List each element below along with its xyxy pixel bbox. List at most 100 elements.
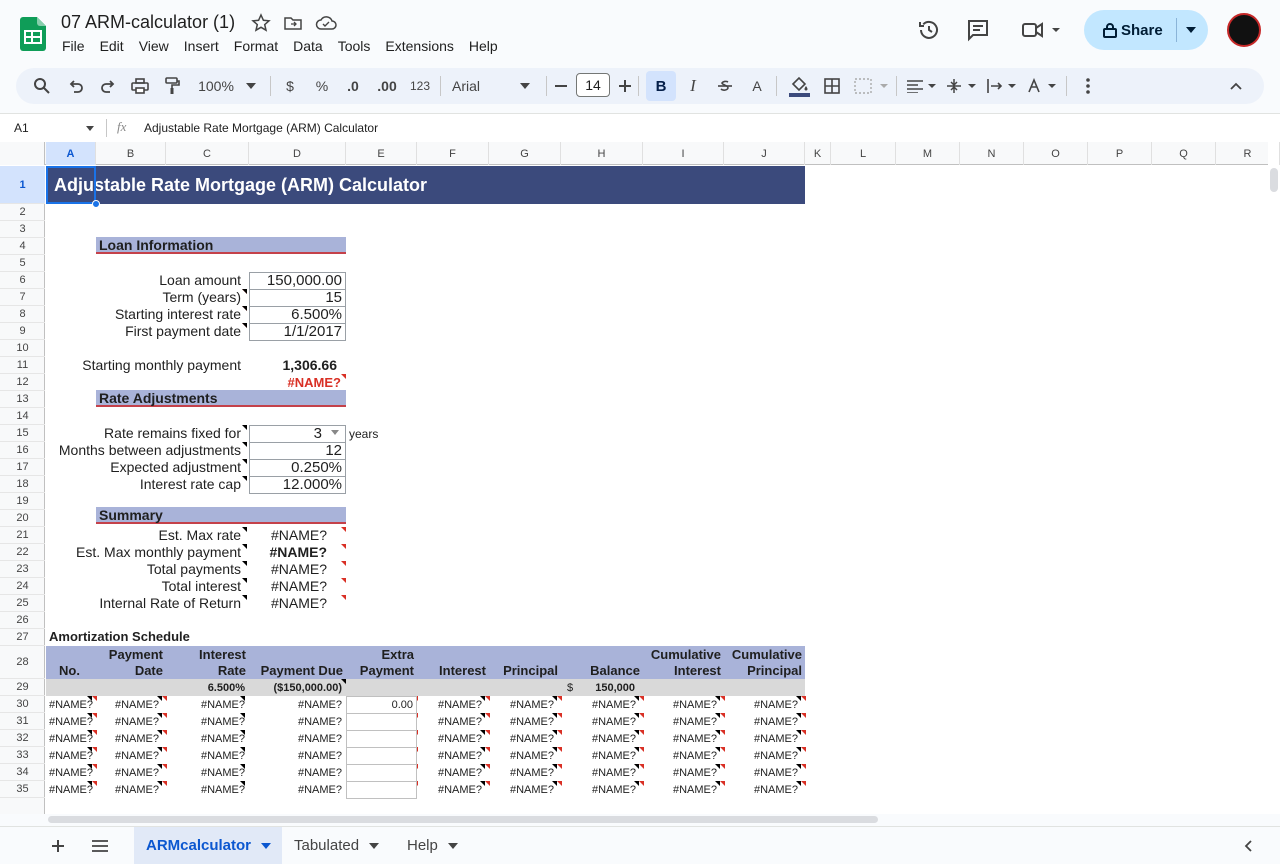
merge-cells-icon[interactable] [852, 68, 892, 104]
row-header-27[interactable]: 27 [0, 629, 45, 646]
paint-format-icon[interactable] [160, 68, 184, 104]
row-header-9[interactable]: 9 [0, 323, 45, 340]
sheets-logo-icon[interactable] [20, 17, 46, 51]
row-header-21[interactable]: 21 [0, 527, 45, 544]
expected-adjustment-input[interactable]: 0.250% [249, 460, 342, 476]
extra-payment-input[interactable] [346, 781, 417, 799]
row-header-3[interactable]: 3 [0, 221, 45, 238]
formula-input[interactable]: Adjustable Rate Mortgage (ARM) Calculato… [144, 121, 378, 135]
text-rotation-icon[interactable] [1024, 68, 1060, 104]
fill-color-icon[interactable] [786, 68, 812, 104]
increase-font-size-icon[interactable] [616, 68, 634, 104]
row-header-16[interactable]: 16 [0, 442, 45, 459]
chevron-down-icon[interactable] [369, 842, 380, 849]
row-header-34[interactable]: 34 [0, 764, 45, 781]
horizontal-scrollbar[interactable] [48, 816, 878, 823]
menu-data[interactable]: Data [293, 38, 323, 54]
row-header-5[interactable]: 5 [0, 255, 45, 272]
vertical-align-icon[interactable] [944, 68, 980, 104]
menu-insert[interactable]: Insert [184, 38, 219, 54]
menu-tools[interactable]: Tools [338, 38, 371, 54]
redo-icon[interactable] [96, 68, 120, 104]
font-size-input[interactable]: 14 [576, 73, 610, 97]
decrease-decimal-button[interactable]: .0 [340, 68, 366, 104]
meet-video-icon[interactable] [1020, 18, 1064, 42]
spreadsheet-grid[interactable]: ABCDEFGHIJKLMNOPQR 1 2 3 4 5 6 7 8 9 10 11 12 13 14 15… [0, 142, 1280, 814]
row-header-6[interactable]: 6 [0, 272, 45, 289]
row-header-15[interactable]: 15 [0, 425, 45, 442]
column-header-n[interactable]: N [960, 142, 1024, 165]
extra-payment-input[interactable] [346, 730, 417, 748]
row-header-24[interactable]: 24 [0, 578, 45, 595]
percent-format-button[interactable]: % [310, 68, 334, 104]
column-header-l[interactable]: L [831, 142, 896, 165]
row-header-22[interactable]: 22 [0, 544, 45, 561]
dropdown-chevron-icon[interactable] [331, 430, 339, 435]
print-icon[interactable] [128, 68, 152, 104]
zoom-select[interactable]: 100% [192, 68, 262, 104]
extra-payment-first[interactable]: 0.00 [346, 697, 413, 713]
search-icon[interactable] [30, 68, 54, 104]
extra-payment-input[interactable] [346, 713, 417, 731]
column-header-f[interactable]: F [417, 142, 489, 165]
row-header-26[interactable]: 26 [0, 612, 45, 629]
column-header-d[interactable]: D [249, 142, 346, 165]
row-header-32[interactable]: 32 [0, 730, 45, 747]
row-header-35[interactable]: 35 [0, 781, 45, 798]
comments-icon[interactable] [966, 18, 990, 42]
row-header-29[interactable]: 29 [0, 679, 45, 696]
row-header-17[interactable]: 17 [0, 459, 45, 476]
column-header-k[interactable]: K [805, 142, 831, 165]
interest-rate-cap-input[interactable]: 12.000% [249, 477, 342, 493]
extra-payment-input[interactable] [346, 747, 417, 765]
rate-fixed-input[interactable]: 3 [249, 426, 322, 442]
row-header-20[interactable]: 20 [0, 510, 45, 527]
extra-payment-input[interactable] [346, 764, 417, 782]
row-header-18[interactable]: 18 [0, 476, 45, 493]
menu-file[interactable]: File [62, 38, 85, 54]
column-header-e[interactable]: E [346, 142, 417, 165]
row-header-1[interactable]: 1 [0, 166, 45, 204]
row-header-13[interactable]: 13 [0, 391, 45, 408]
avatar[interactable] [1227, 13, 1261, 47]
share-dropdown-icon[interactable] [1186, 27, 1196, 33]
strikethrough-icon[interactable] [714, 68, 736, 104]
select-all-corner[interactable] [0, 142, 45, 165]
column-header-o[interactable]: O [1024, 142, 1088, 165]
decrease-font-size-icon[interactable] [552, 68, 570, 104]
menu-format[interactable]: Format [234, 38, 278, 54]
tab-help[interactable]: Help [407, 827, 467, 864]
column-header-a[interactable]: A [46, 142, 96, 165]
row-header-2[interactable]: 2 [0, 204, 45, 221]
tab-tabulated[interactable]: Tabulated [294, 827, 394, 864]
menu-edit[interactable]: Edit [100, 38, 124, 54]
borders-icon[interactable] [820, 68, 844, 104]
currency-format-button[interactable]: $ [278, 68, 302, 104]
column-header-i[interactable]: I [643, 142, 724, 165]
number-format-button[interactable]: 123 [406, 68, 434, 104]
document-title[interactable]: 07 ARM-calculator (1) [61, 12, 235, 33]
vertical-scrollbar[interactable] [1270, 168, 1278, 192]
column-header-b[interactable]: B [96, 142, 166, 165]
undo-icon[interactable] [64, 68, 88, 104]
first-payment-date-input[interactable]: 1/1/2017 [249, 324, 342, 340]
row-header-30[interactable]: 30 [0, 696, 45, 713]
chevron-down-icon[interactable] [447, 842, 458, 849]
column-header-h[interactable]: H [561, 142, 643, 165]
move-folder-icon[interactable] [283, 13, 303, 33]
horizontal-align-icon[interactable] [904, 68, 940, 104]
all-sheets-icon[interactable] [92, 827, 112, 864]
share-button[interactable]: Share [1084, 10, 1208, 50]
starting-rate-input[interactable]: 6.500% [249, 307, 342, 323]
menu-extensions[interactable]: Extensions [385, 38, 453, 54]
chevron-down-icon[interactable] [261, 842, 272, 849]
menu-help[interactable]: Help [469, 38, 498, 54]
row-header-19[interactable]: 19 [0, 493, 45, 510]
menu-view[interactable]: View [139, 38, 169, 54]
column-header-m[interactable]: M [896, 142, 960, 165]
term-input[interactable]: 15 [249, 290, 342, 306]
column-header-q[interactable]: Q [1152, 142, 1216, 165]
row-header-25[interactable]: 25 [0, 595, 45, 612]
row-header-10[interactable]: 10 [0, 340, 45, 357]
star-icon[interactable] [251, 13, 271, 33]
